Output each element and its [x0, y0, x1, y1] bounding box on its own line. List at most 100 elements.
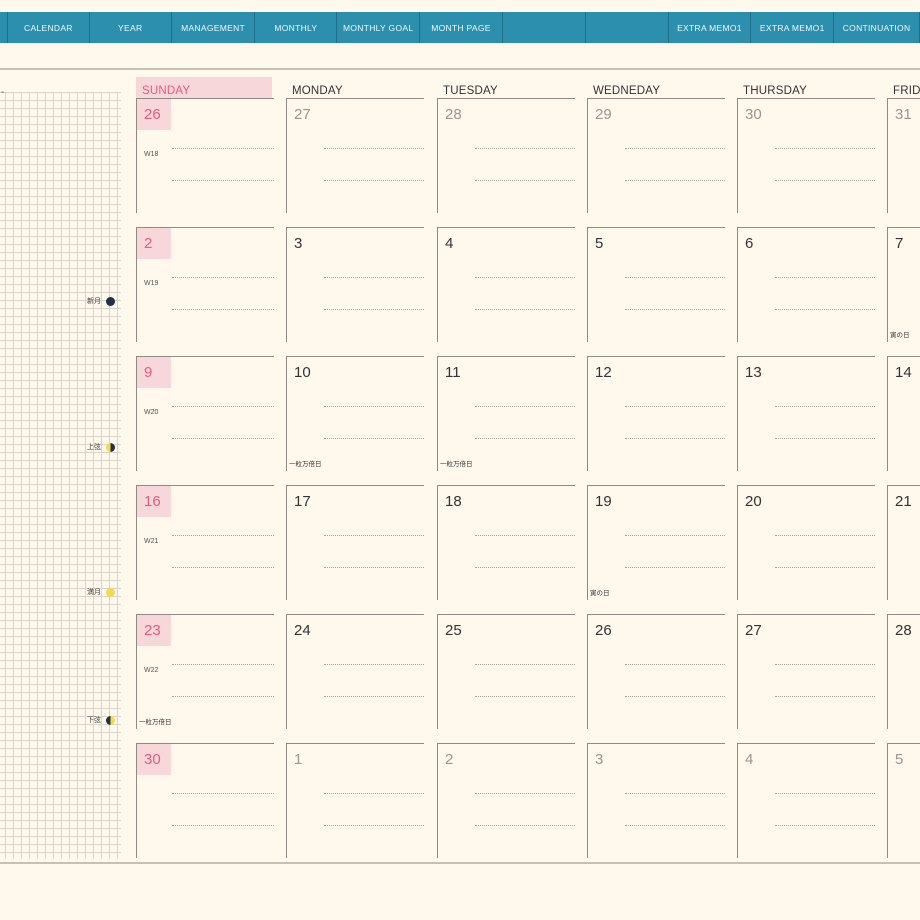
day-cell[interactable]: 2 [437, 743, 575, 858]
nav-tab-empty[interactable] [0, 12, 8, 43]
day-number: 7 [895, 235, 904, 252]
day-cell[interactable]: 14 [887, 356, 920, 471]
dotted-writing-line [775, 567, 875, 568]
day-cell[interactable]: 28 [887, 614, 920, 729]
weekday-header-tuesday: TUESDAY [437, 77, 573, 99]
day-number: 17 [294, 493, 311, 510]
day-cell[interactable]: 3 [587, 743, 725, 858]
day-cell[interactable]: 13 [737, 356, 875, 471]
day-cell[interactable]: 26 W18 [136, 98, 274, 213]
dotted-writing-line [172, 277, 274, 278]
day-number: 27 [294, 106, 311, 123]
dotted-writing-line [172, 309, 274, 310]
day-cell[interactable]: 29 [587, 98, 725, 213]
day-note: 一粒万倍日 [139, 719, 172, 726]
dotted-writing-line [172, 664, 274, 665]
dotted-writing-line [172, 793, 274, 794]
day-cell[interactable]: 20 [737, 485, 875, 600]
nav-tab-monthly-goal[interactable]: MONTHLY GOAL [337, 12, 421, 43]
dotted-writing-line [324, 696, 424, 697]
nav-tab-year[interactable]: YEAR [90, 12, 172, 43]
day-number: 5 [595, 235, 604, 252]
day-cell[interactable]: 4 [437, 227, 575, 342]
nav-tab-empty[interactable] [503, 12, 586, 43]
dotted-writing-line [625, 180, 725, 181]
moon-phase-label: 満月 [87, 589, 101, 596]
nav-tab-management[interactable]: MANAGEMENT [172, 12, 256, 43]
day-cell[interactable]: 31 [887, 98, 920, 213]
dotted-writing-line [172, 535, 274, 536]
dotted-writing-line [775, 277, 875, 278]
day-cell[interactable]: 12 [587, 356, 725, 471]
dotted-writing-line [625, 535, 725, 536]
day-cell[interactable]: 5 [887, 743, 920, 858]
day-cell[interactable]: 18 [437, 485, 575, 600]
day-number: 14 [895, 364, 912, 381]
day-number: 19 [595, 493, 612, 510]
day-cell[interactable]: 17 [286, 485, 424, 600]
day-number: 28 [895, 622, 912, 639]
day-cell[interactable]: 5 [587, 227, 725, 342]
nav-tab-monthly[interactable]: MONTHLY [255, 12, 338, 43]
dotted-writing-line [625, 664, 725, 665]
day-number: 30 [144, 751, 161, 768]
moon-last-icon [106, 715, 115, 725]
day-number: 2 [445, 751, 454, 768]
day-number: 5 [895, 751, 904, 768]
day-cell[interactable]: 30 [136, 743, 274, 858]
moon-phase-label: 下弦 [87, 717, 101, 724]
day-cell[interactable]: 11 一粒万倍日 [437, 356, 575, 471]
bottom-divider [0, 862, 920, 864]
nav-tab-continuation-11[interactable]: CONTINUATION [834, 12, 920, 43]
moon-phase-label: 上弦 [87, 444, 101, 451]
dotted-writing-line [172, 180, 274, 181]
dotted-writing-line [625, 567, 725, 568]
nav-tab-extra-memo1-9[interactable]: EXTRA MEMO1 [669, 12, 752, 43]
nav-tab-month-page[interactable]: MONTH PAGE [420, 12, 503, 43]
dotted-writing-line [775, 406, 875, 407]
sunday-date-highlight [137, 357, 171, 388]
day-cell[interactable]: 19 寅の日 [587, 485, 725, 600]
dotted-writing-line [475, 793, 575, 794]
day-cell[interactable]: 3 [286, 227, 424, 342]
day-cell[interactable]: 2 W19 [136, 227, 274, 342]
moon-phase-item: 下弦 [87, 715, 115, 725]
dotted-writing-line [324, 309, 424, 310]
day-cell[interactable]: 1 [286, 743, 424, 858]
day-number: 4 [745, 751, 754, 768]
day-number: 16 [144, 493, 161, 510]
day-number: 29 [595, 106, 612, 123]
nav-tab-empty[interactable] [586, 12, 669, 43]
weekday-header-thursday: THURSDAY [737, 77, 873, 99]
day-cell[interactable]: 10 一粒万倍日 [286, 356, 424, 471]
nav-tab-extra-memo1-10[interactable]: EXTRA MEMO1 [751, 12, 835, 43]
day-cell[interactable]: 4 [737, 743, 875, 858]
dotted-writing-line [172, 438, 274, 439]
moon-phase-item: 満月 [87, 587, 115, 597]
day-cell[interactable]: 23 W22 一粒万倍日 [136, 614, 274, 729]
day-number: 20 [745, 493, 762, 510]
day-number: 26 [595, 622, 612, 639]
week-number-label: W18 [144, 151, 159, 158]
nav-tab-calendar[interactable]: CALENDAR [8, 12, 90, 43]
day-cell[interactable]: 6 [737, 227, 875, 342]
day-cell[interactable]: 7 寅の日 [887, 227, 920, 342]
day-cell[interactable]: 28 [437, 98, 575, 213]
day-cell[interactable]: 16 W21 [136, 485, 274, 600]
day-cell[interactable]: 27 [737, 614, 875, 729]
day-cell[interactable]: 27 [286, 98, 424, 213]
day-cell[interactable]: 30 [737, 98, 875, 213]
dotted-writing-line [475, 696, 575, 697]
day-cell[interactable]: 21 [887, 485, 920, 600]
dotted-writing-line [625, 309, 725, 310]
day-cell[interactable]: 24 [286, 614, 424, 729]
day-cell[interactable]: 25 [437, 614, 575, 729]
dotted-writing-line [324, 535, 424, 536]
day-cell[interactable]: 26 [587, 614, 725, 729]
dotted-writing-line [324, 793, 424, 794]
dotted-writing-line [475, 148, 575, 149]
notes-grid-area[interactable] [0, 92, 121, 859]
day-cell[interactable]: 9 W20 [136, 356, 274, 471]
dotted-writing-line [475, 277, 575, 278]
day-number: 4 [445, 235, 454, 252]
